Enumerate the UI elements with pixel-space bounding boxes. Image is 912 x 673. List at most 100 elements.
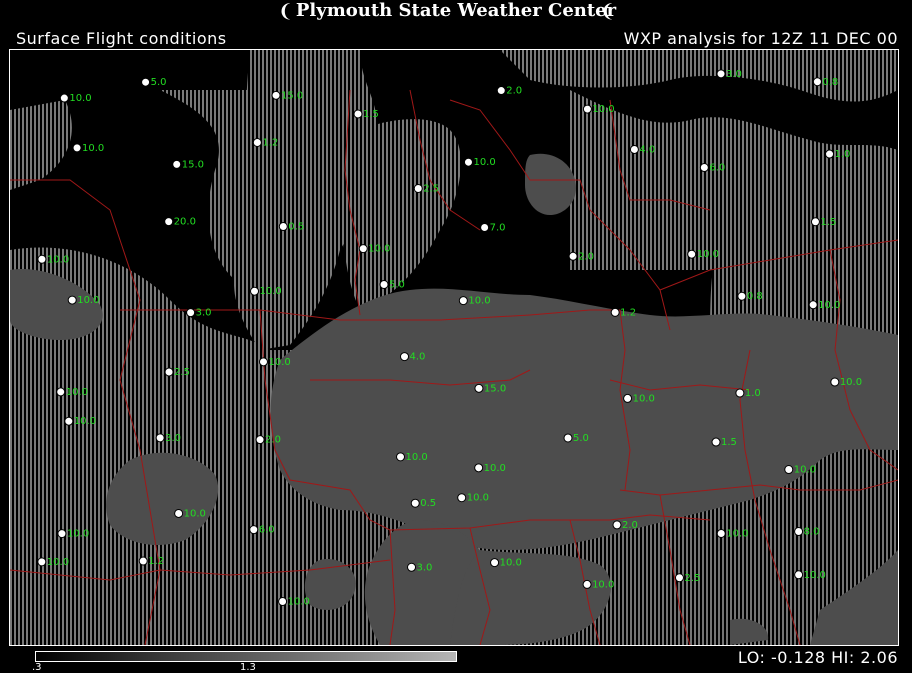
station-plot: 1.5: [810, 217, 836, 228]
station-plot: 5.0: [141, 77, 166, 88]
station-circle-icon: [784, 465, 794, 475]
station-circle-icon: [164, 367, 174, 377]
station-circle-icon: [37, 254, 47, 264]
station-plot: 10.0: [716, 528, 748, 539]
station-plot: 2.0: [496, 86, 522, 97]
visibility-value: 10.0: [592, 104, 614, 115]
visibility-value: 10.0: [726, 528, 748, 539]
station-plot: 15.0: [474, 383, 506, 394]
station-plot: 6.0: [699, 163, 725, 174]
visibility-value: 10.0: [66, 387, 88, 398]
visibility-value: 0.5: [420, 498, 436, 509]
visibility-value: 0.8: [822, 77, 838, 88]
station-plot: 5.0: [379, 280, 405, 291]
station-circle-icon: [612, 520, 622, 530]
station-plot: 2.5: [674, 573, 700, 584]
station-plot: 10.0: [37, 254, 69, 265]
visibility-value: 15.0: [281, 90, 303, 101]
station-circle-icon: [629, 144, 639, 154]
product-label: Surface Flight conditions: [16, 29, 227, 48]
station-circle-icon: [278, 597, 288, 607]
station-plot: 10.0: [57, 529, 89, 540]
station-plot: 3.0: [155, 433, 181, 444]
station-circle-icon: [164, 217, 174, 227]
visibility-value: 1.2: [620, 307, 636, 318]
station-circle-icon: [186, 308, 196, 318]
station-plot: 2.5: [413, 183, 439, 194]
visibility-value: 10.0: [804, 570, 826, 581]
header: ❨ Plymouth State Weather Center ❨: [0, 0, 912, 24]
station-circle-icon: [568, 251, 578, 261]
station-circle-icon: [37, 557, 47, 567]
station-circle-icon: [141, 77, 151, 87]
station-circle-icon: [610, 307, 620, 317]
station-plot: 15.0: [172, 159, 204, 170]
visibility-value: 20.0: [174, 217, 196, 228]
station-circle-icon: [271, 90, 281, 100]
visibility-value: 10.0: [47, 254, 69, 265]
visibility-value: 5.0: [389, 280, 405, 291]
station-plot: 6.0: [249, 525, 275, 536]
station-circle-icon: [252, 138, 262, 148]
station-plot: 10.0: [463, 157, 496, 168]
station-circle-icon: [400, 352, 410, 362]
station-circle-icon: [396, 452, 406, 462]
visibility-value: 10.0: [67, 529, 89, 540]
visibility-value: 10.0: [467, 493, 489, 504]
visibility-value: 2.0: [578, 251, 594, 262]
map-svg: 10.0 5.0 15.0 1.5 2.0 10.0 3.0 0.8 10.0 15.0 1.2 2.…: [10, 50, 898, 645]
station-circle-icon: [59, 93, 69, 103]
station-plot: 8.0: [794, 527, 820, 538]
station-plot: 10.0: [784, 465, 816, 476]
station-circle-icon: [407, 562, 417, 572]
visibility-value: 4.0: [410, 352, 426, 363]
station-circle-icon: [174, 508, 184, 518]
station-circle-icon: [249, 525, 259, 535]
station-plot: 4.0: [400, 352, 426, 363]
visibility-value: 10.0: [406, 452, 428, 463]
station-circle-icon: [563, 433, 573, 443]
visibility-value: 7.0: [490, 223, 506, 234]
station-circle-icon: [737, 291, 747, 301]
visibility-value: 1.5: [363, 109, 379, 120]
station-plot: 2.0: [255, 435, 281, 446]
station-circle-icon: [458, 296, 468, 306]
station-plot: 1.2: [138, 556, 164, 567]
station-circle-icon: [480, 223, 490, 233]
station-circle-icon: [413, 183, 423, 193]
visibility-value: 1.2: [262, 138, 278, 149]
station-plot: 10.0: [250, 286, 282, 297]
visibility-value: 2.0: [506, 86, 522, 97]
station-plot: 1.2: [610, 307, 636, 318]
station-plot: 10.0: [808, 300, 840, 311]
visibility-value: 6.0: [709, 163, 725, 174]
visibility-value: 2.0: [622, 520, 638, 531]
visibility-value: 1.0: [835, 149, 851, 160]
visibility-value: 10.0: [47, 557, 69, 568]
visibility-value: 10.0: [697, 249, 719, 260]
station-plot: 0.5: [410, 498, 436, 509]
station-circle-icon: [582, 104, 592, 114]
visibility-value: 10.0: [260, 286, 282, 297]
visibility-value: 5.0: [573, 433, 589, 444]
station-circle-icon: [735, 388, 745, 398]
station-plot: 10.0: [258, 357, 291, 368]
station-plot: 10.0: [458, 296, 491, 307]
visibility-value: 8.0: [804, 527, 820, 538]
station-plot: 10.0: [582, 579, 614, 590]
visibility-value: 10.0: [268, 357, 290, 368]
station-plot: 2.5: [164, 367, 190, 378]
visibility-value: 10.0: [74, 416, 96, 427]
visibility-value: 15.0: [484, 383, 506, 394]
station-circle-icon: [474, 383, 484, 393]
station-plot: 10.0: [59, 93, 92, 104]
station-plot: 10.0: [37, 557, 69, 568]
legend-tick-mid: 1.3: [240, 662, 256, 673]
station-plot: 0.5: [278, 222, 304, 233]
visibility-value: 15.0: [182, 159, 204, 170]
station-circle-icon: [490, 558, 500, 568]
station-plot: 1.5: [711, 437, 737, 448]
station-plot: 10.0: [358, 244, 391, 255]
visibility-value: 1.5: [721, 437, 737, 448]
station-plot: 10.0: [56, 387, 88, 398]
